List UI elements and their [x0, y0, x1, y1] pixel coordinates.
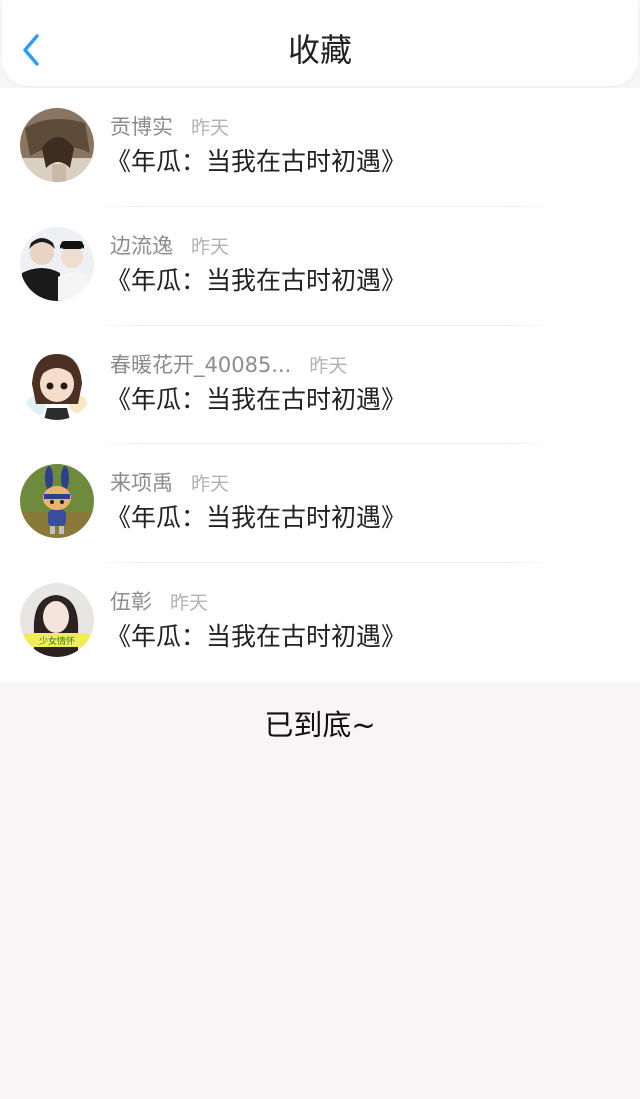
work-title: 《年瓜：当我在古时初遇》	[106, 147, 407, 176]
username: 贡博实	[110, 115, 173, 139]
work-title: 《年瓜：当我在古时初遇》	[106, 622, 407, 652]
timestamp: 昨天	[170, 592, 209, 615]
list-item[interactable]: 边流逸 昨天 《年瓜：当我在古时初遇》	[0, 207, 640, 326]
username: 春暖花开_40085...	[110, 352, 292, 377]
work-title: 《年瓜：当我在古时初遇》	[106, 384, 407, 414]
avatar[interactable]	[20, 464, 94, 539]
avatar[interactable]	[20, 345, 94, 420]
work-title: 《年瓜：当我在古时初遇》	[106, 503, 407, 533]
timestamp: 昨天	[309, 354, 348, 377]
username: 边流逸	[110, 233, 173, 258]
list-item[interactable]: 来项禹 昨天 《年瓜：当我在古时初遇》	[0, 444, 640, 564]
end-of-list-text: 已到底~	[264, 708, 376, 742]
favorites-list: 贡博实昨天 《年瓜：当我在古时初遇》 边流逸昨天 《年瓜：当我在古时初遇》	[0, 88, 640, 682]
work-title: 《年瓜：当我在古时初遇》	[106, 265, 407, 295]
username: 伍彰	[110, 590, 152, 615]
username: 来项禹	[110, 471, 173, 496]
avatar[interactable]	[20, 226, 94, 301]
list-item[interactable]: 少女情怀 伍彰 昨天 《年瓜：当我在古时初遇》	[0, 563, 640, 682]
timestamp: 昨天	[191, 117, 230, 139]
list-item[interactable]: 春暖花开_40085... 昨天 《年瓜：当我在古时初遇》	[0, 326, 640, 445]
page-title: 收藏	[287, 31, 352, 69]
avatar[interactable]	[20, 108, 94, 182]
timestamp: 昨天	[191, 235, 230, 258]
avatar[interactable]: 少女情怀	[20, 583, 94, 658]
list-item[interactable]: 贡博实 昨天 《年瓜：当我在古时初遇》	[0, 88, 640, 207]
top-nav-bar: 收藏	[2, 0, 638, 86]
timestamp: 昨天	[191, 473, 230, 496]
svg-text:少女情怀: 少女情怀	[39, 635, 75, 647]
